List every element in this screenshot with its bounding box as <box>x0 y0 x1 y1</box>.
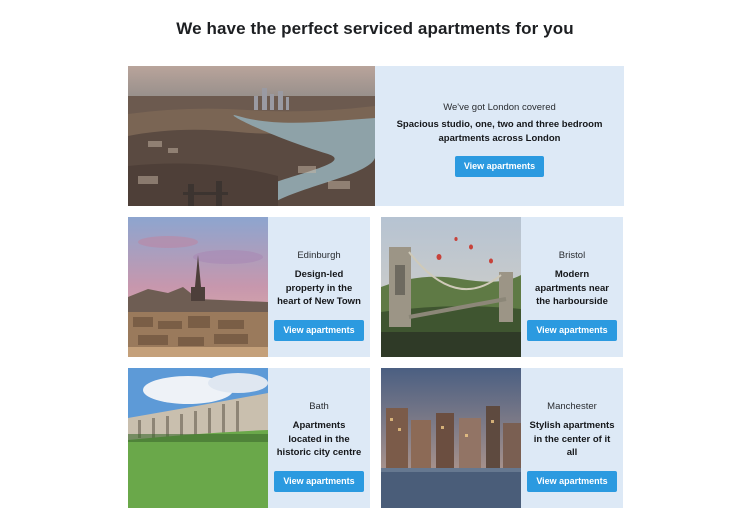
bath-card-description: Apartments located in the historic city … <box>276 420 362 458</box>
bath-card: Bath Apartments located in the historic … <box>128 368 370 508</box>
bristol-card-text: Bristol Modern apartments near the harbo… <box>521 217 623 357</box>
manchester-card-city: Manchester <box>547 401 597 412</box>
edinburgh-card-city: Edinburgh <box>297 250 341 261</box>
bristol-card-description: Modern apartments near the harbourside <box>535 269 609 307</box>
view-apartments-bristol-button[interactable]: View apartments <box>527 319 617 341</box>
edinburgh-card-text: Edinburgh Design-led property in the hea… <box>268 217 370 357</box>
manchester-card-text: Manchester Stylish apartments in the cen… <box>521 368 623 508</box>
bristol-card: Bristol Modern apartments near the harbo… <box>381 217 623 357</box>
view-apartments-london-button[interactable]: View apartments <box>454 156 545 177</box>
london-card-text: We've got London covered Spacious studio… <box>375 66 624 206</box>
edinburgh-card: Edinburgh Design-led property in the hea… <box>128 217 370 357</box>
edinburgh-card-description: Design-led property in the heart of New … <box>277 269 361 307</box>
london-skyline-image[interactable] <box>128 66 375 206</box>
london-card-title: We've got London covered <box>443 102 556 113</box>
view-apartments-manchester-button[interactable]: View apartments <box>527 470 617 492</box>
manchester-card-description: Stylish apartments in the center of it a… <box>529 420 615 458</box>
london-card-description: Spacious studio, one, two and three bedr… <box>396 119 603 144</box>
london-card: We've got London covered Spacious studio… <box>128 66 624 206</box>
view-apartments-bath-button[interactable]: View apartments <box>274 470 364 492</box>
bristol-bridge-image[interactable] <box>381 217 521 357</box>
bath-card-text: Bath Apartments located in the historic … <box>268 368 370 508</box>
page-heading: We have the perfect serviced apartments … <box>176 19 574 38</box>
manchester-image[interactable] <box>381 368 521 508</box>
bath-card-city: Bath <box>309 401 329 412</box>
bath-crescent-image[interactable] <box>128 368 268 508</box>
edinburgh-image[interactable] <box>128 217 268 357</box>
manchester-card: Manchester Stylish apartments in the cen… <box>381 368 623 508</box>
view-apartments-edinburgh-button[interactable]: View apartments <box>274 319 364 341</box>
bristol-card-city: Bristol <box>558 250 586 261</box>
